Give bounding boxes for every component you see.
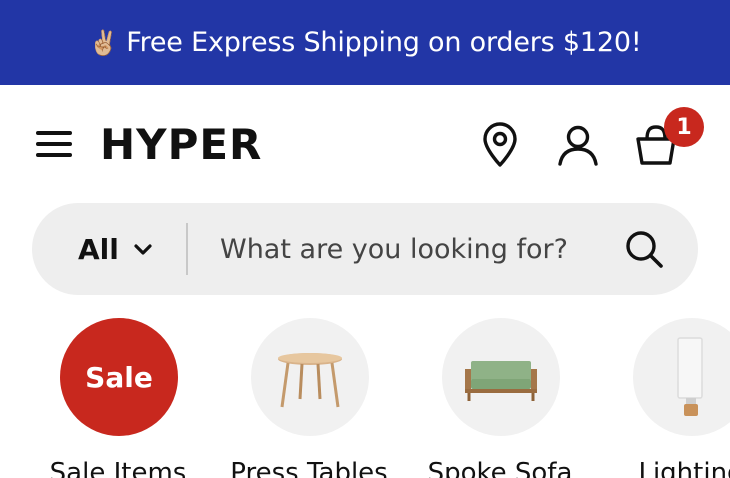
search-icon[interactable] bbox=[622, 227, 666, 271]
category-label: Sale Items bbox=[49, 458, 187, 478]
table-image bbox=[251, 318, 369, 436]
category-label: Press Tables bbox=[230, 458, 388, 478]
victory-hand-emoji: ✌🏼 bbox=[88, 28, 119, 57]
announcement-bar: ✌🏼 Free Express Shipping on orders $120! bbox=[0, 0, 730, 85]
cart-count-badge: 1 bbox=[664, 107, 704, 147]
lamp-image bbox=[633, 318, 730, 436]
sofa-image bbox=[442, 318, 560, 436]
logo[interactable]: HYPER bbox=[100, 119, 262, 171]
announcement-text: Free Express Shipping on orders $120! bbox=[126, 27, 642, 58]
category-carousel: Sale Sale Items Press Tables Spoke Sofa … bbox=[0, 318, 730, 478]
sale-badge: Sale bbox=[60, 318, 178, 436]
location-pin-icon[interactable] bbox=[476, 121, 524, 169]
search-scope-select[interactable]: All bbox=[78, 203, 153, 295]
account-icon[interactable] bbox=[554, 121, 602, 169]
search-bar: All bbox=[32, 203, 698, 295]
category-label: Spoke Sofa bbox=[427, 458, 573, 478]
search-divider bbox=[186, 223, 188, 275]
category-label: Lighting bbox=[638, 458, 730, 478]
chevron-down-icon bbox=[133, 242, 153, 256]
menu-icon[interactable] bbox=[36, 129, 74, 159]
search-input[interactable] bbox=[220, 221, 610, 277]
site-header: HYPER bbox=[0, 85, 730, 203]
search-scope-label: All bbox=[78, 232, 119, 266]
